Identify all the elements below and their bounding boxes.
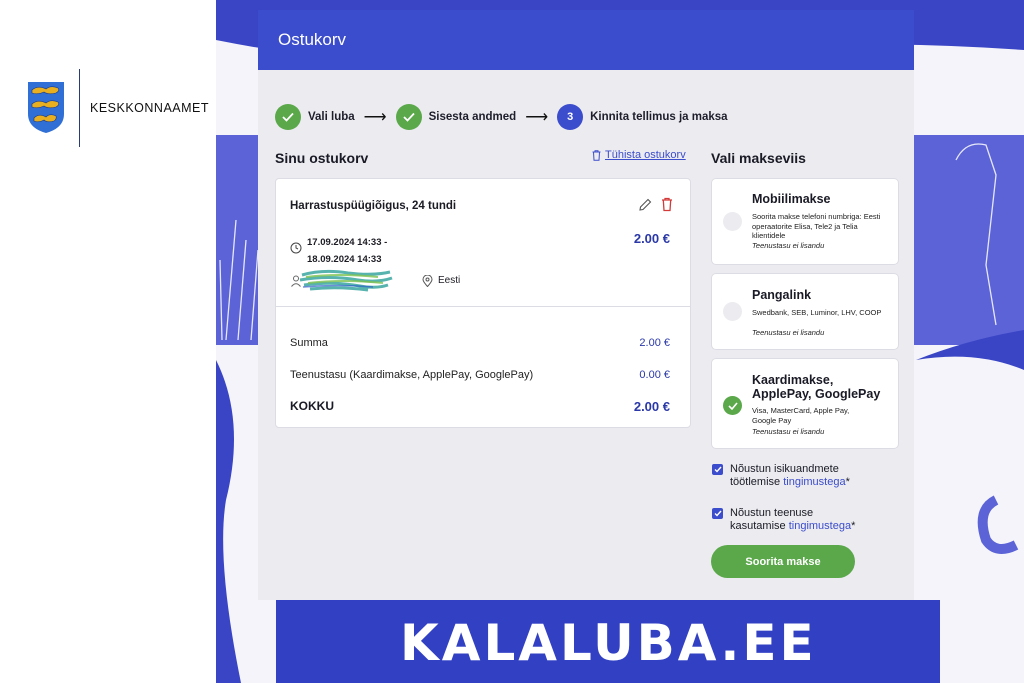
arrow-right-icon: ⟶ (363, 109, 387, 126)
total-value: 2.00 € (633, 399, 670, 414)
step-3-label: Kinnita tellimus ja maksa (590, 111, 728, 123)
required-mark: * (845, 476, 850, 488)
pay-button[interactable]: Soorita makse (711, 545, 855, 578)
terms-link[interactable]: tingimustega (789, 520, 851, 532)
clock-icon (290, 242, 302, 254)
cancel-cart-link[interactable]: Tühista ostukorv (592, 149, 686, 161)
cancel-cart-label: Tühista ostukorv (605, 149, 686, 161)
cart-box: Harrastuspüügiõigus, 24 tundi 17.09.2024… (275, 178, 691, 428)
cart-item-title: Harrastuspüügiõigus, 24 tundi (290, 200, 457, 212)
consent-line: töötlemise tingimustega* (730, 476, 850, 489)
consent-line: kasutamise tingimustega* (730, 520, 855, 533)
summary-row-fee: Teenustasu (Kaardimakse, ApplePay, Googl… (290, 369, 670, 381)
payment-option-banklink[interactable]: Pangalink Swedbank, SEB, Luminor, LHV, C… (711, 273, 899, 350)
summary-label: Summa (290, 337, 328, 349)
brand-name: Keskkonnaamet (90, 101, 210, 115)
date-to: 18.09.2024 14:33 (307, 254, 382, 265)
step-2-check-icon (395, 104, 422, 130)
date-from: 17.09.2024 14:33 - (307, 237, 388, 248)
item-price: 2.00 € (633, 231, 670, 246)
terms-link[interactable]: tingimustega (783, 476, 845, 488)
consent-text-part: töötlemise (730, 476, 784, 488)
consent-terms[interactable]: Nõustun teenuse kasutamise tingimustega* (712, 507, 855, 533)
radio-checked-icon[interactable] (723, 396, 742, 415)
redacted-name-scribble (299, 269, 393, 292)
total-row: KOKKU 2.00 € (290, 399, 670, 414)
consent-line: Nõustun teenuse (730, 507, 814, 519)
consent-line: Nõustun isikuandmete (730, 463, 839, 475)
summary-value: 0.00 € (639, 369, 670, 381)
brand-divider (79, 69, 80, 147)
step-3-number: 3 (557, 104, 584, 130)
three-lions-crest-icon (28, 82, 64, 133)
payment-option-title: Mobiilimakse (752, 192, 831, 206)
step-1-label: Vali luba (308, 111, 355, 123)
payment-title: Vali makseviis (711, 150, 806, 166)
consent-text-part: kasutamise (730, 520, 789, 532)
step-1-check-icon (275, 104, 301, 130)
trash-icon (592, 149, 601, 161)
payment-option-note: Teenustasu ei lisandu (752, 241, 825, 250)
radio-unchecked[interactable] (723, 212, 742, 231)
delete-icon[interactable] (660, 197, 674, 212)
summary-value: 2.00 € (639, 337, 670, 349)
checkbox-checked-icon[interactable] (712, 508, 723, 519)
cart-title: Sinu ostukorv (275, 150, 369, 166)
consent-privacy[interactable]: Nõustun isikuandmete töötlemise tingimus… (712, 463, 850, 489)
brand-panel: Keskkonnaamet (0, 0, 216, 683)
total-label: KOKKU (290, 399, 334, 413)
arrow-right-icon: ⟶ (525, 109, 549, 126)
pencil-icon[interactable] (638, 198, 652, 212)
progress-steps: Vali luba ⟶ Sisesta andmed ⟶ 3 Kinnita t… (275, 104, 728, 130)
payment-option-desc: Swedbank, SEB, Luminor, LHV, COOP (752, 308, 882, 317)
checkout-card: Ostukorv Vali luba ⟶ Sisesta andmed ⟶ 3 … (258, 10, 914, 600)
step-2-label: Sisesta andmed (428, 111, 517, 123)
country-label: Eesti (438, 275, 461, 286)
payment-option-title: Pangalink (752, 288, 812, 302)
banner-text: KALALUBA.EE (400, 614, 817, 672)
consent-text: Nõustun teenuse kasutamise tingimustega* (730, 507, 855, 533)
payment-option-title: Kaardimakse, ApplePay, GooglePay (752, 373, 881, 401)
payment-option-desc: Soorita makse telefoni numbriga: Eesti o… (752, 212, 881, 240)
checkbox-checked-icon[interactable] (712, 464, 723, 475)
payment-option-note: Teenustasu ei lisandu (752, 328, 825, 337)
consent-text: Nõustun isikuandmete töötlemise tingimus… (730, 463, 850, 489)
required-mark: * (851, 520, 856, 532)
payment-option-mobile[interactable]: Mobiilimakse Soorita makse telefoni numb… (711, 178, 899, 265)
location-pin-icon (422, 275, 433, 287)
radio-unchecked[interactable] (723, 302, 742, 321)
summary-row-sum: Summa 2.00 € (290, 337, 670, 349)
divider (276, 306, 690, 307)
card-header: Ostukorv (258, 10, 914, 70)
kalaluba-banner: KALALUBA.EE (276, 600, 940, 683)
payment-option-card[interactable]: Kaardimakse, ApplePay, GooglePay Visa, M… (711, 358, 899, 449)
payment-option-note: Teenustasu ei lisandu (752, 427, 825, 436)
summary-label: Teenustasu (Kaardimakse, ApplePay, Googl… (290, 369, 534, 381)
payment-option-desc: Visa, MasterCard, Apple Pay, Google Pay (752, 406, 850, 425)
validity-dates: 17.09.2024 14:33 - 18.09.2024 14:33 (307, 234, 387, 268)
